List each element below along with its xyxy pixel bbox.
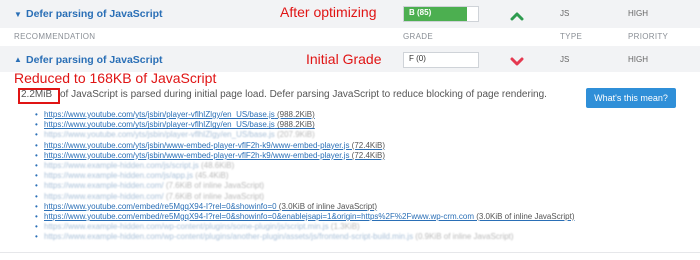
caret-up-icon[interactable]: ▲ xyxy=(14,55,22,64)
reduction-annotation: Reduced to 168KB of JavaScript xyxy=(14,70,217,86)
resource-url-item: • https://www.youtube.com/yts/jsbin/playe… xyxy=(35,120,675,130)
bullet-icon: • xyxy=(35,171,38,181)
resource-size: (7.6KiB of inline JavaScript) xyxy=(163,181,265,191)
resource-url-item: • https://www.youtube.com/embed/re5MgqX94… xyxy=(35,202,675,212)
bullet-icon: • xyxy=(35,232,38,242)
recommendation-title[interactable]: Defer parsing of JavaScript xyxy=(26,8,163,20)
resource-url-link[interactable]: https://www.example-hidden.com/wp-conten… xyxy=(44,232,514,242)
recommendation-row-optimized[interactable]: ▼ Defer parsing of JavaScript After opti… xyxy=(0,0,700,29)
down-arrow-icon xyxy=(510,55,524,73)
up-arrow-icon xyxy=(510,8,524,26)
resource-url-item: • https://www.example-hidden.com/wp-conte… xyxy=(35,222,675,232)
grade-bar: B (85) xyxy=(403,6,479,22)
type-value: JS xyxy=(560,9,570,18)
description-text: of JavaScript is parsed during initial p… xyxy=(60,89,547,100)
resource-url-link[interactable]: https://www.youtube.com/yts/jsbin/www-em… xyxy=(44,141,385,151)
resource-url-list: • https://www.youtube.com/yts/jsbin/playe… xyxy=(35,110,675,242)
resource-url-item: • https://www.example-hidden.com/js/app.j… xyxy=(35,171,675,181)
after-optimizing-annotation: After optimizing xyxy=(280,4,377,20)
bullet-icon: • xyxy=(35,160,38,170)
resource-size: (45.4KiB) xyxy=(192,171,229,181)
resource-size: (0.9KiB of inline JavaScript) xyxy=(413,232,514,242)
resource-url-item: • https://www.youtube.com/yts/jsbin/www-e… xyxy=(35,151,675,161)
grade-bar: F (0) xyxy=(403,52,479,68)
resource-url-item: • https://www.example-hidden.com/wp-conte… xyxy=(35,232,675,242)
resource-size: (988.2KiB) xyxy=(274,120,315,130)
resource-url-item: • https://www.example-hidden.com/ (7.6KiB… xyxy=(35,192,675,202)
header-grade: GRADE xyxy=(403,32,433,41)
resource-size: (7.6KiB of inline JavaScript) xyxy=(163,191,265,201)
resource-url-link[interactable]: https://www.youtube.com/yts/jsbin/player… xyxy=(44,130,315,140)
bullet-icon: • xyxy=(35,191,38,201)
resource-url-item: • https://www.youtube.com/yts/jsbin/playe… xyxy=(35,130,675,140)
bullet-icon: • xyxy=(35,140,38,150)
resource-size: (207.9KiB) xyxy=(274,130,315,140)
resource-url-item: • https://www.youtube.com/yts/jsbin/playe… xyxy=(35,110,675,120)
recommendation-title[interactable]: Defer parsing of JavaScript xyxy=(26,54,163,66)
resource-url-link[interactable]: https://www.example-hidden.com/ (7.6KiB … xyxy=(44,192,264,202)
priority-value: HIGH xyxy=(628,55,648,64)
resource-url-link[interactable]: https://www.youtube.com/embed/re5MgqX94-… xyxy=(44,212,575,222)
divider xyxy=(0,252,700,253)
bullet-icon: • xyxy=(35,222,38,232)
resource-size: (3.0KiB of inline JavaScript) xyxy=(276,201,378,211)
whats-this-mean-button[interactable]: What's this mean? xyxy=(586,88,676,108)
resource-url-link[interactable]: https://www.youtube.com/embed/re5MgqX94-… xyxy=(44,202,377,212)
resource-size: (48.6KiB) xyxy=(198,160,235,170)
resource-url-item: • https://www.example-hidden.com/js/scrip… xyxy=(35,161,675,171)
header-recommendation: RECOMMENDATION xyxy=(14,32,96,41)
bullet-icon: • xyxy=(35,201,38,211)
resource-url-link[interactable]: https://www.youtube.com/yts/jsbin/player… xyxy=(44,120,315,130)
resource-url-item: • https://www.youtube.com/yts/jsbin/www-e… xyxy=(35,141,675,151)
caret-down-icon[interactable]: ▼ xyxy=(14,10,22,19)
recommendation-row-initial[interactable]: ▲ Defer parsing of JavaScript Initial Gr… xyxy=(0,46,700,72)
resource-url-item: • https://www.example-hidden.com/ (7.6KiB… xyxy=(35,181,675,191)
js-size: 2.2MiB xyxy=(21,89,53,100)
resource-url-link[interactable]: https://www.example-hidden.com/js/script… xyxy=(44,161,234,171)
bullet-icon: • xyxy=(35,120,38,130)
resource-size: (988.2KiB) xyxy=(274,110,315,119)
resource-url-link[interactable]: https://www.example-hidden.com/ (7.6KiB … xyxy=(44,181,264,191)
bullet-icon: • xyxy=(35,130,38,140)
grade-text: F (0) xyxy=(409,54,426,63)
bullet-icon: • xyxy=(35,110,38,119)
bullet-icon: • xyxy=(35,181,38,191)
resource-size: (72.4KiB) xyxy=(349,140,386,150)
resource-size: (72.4KiB) xyxy=(349,150,386,160)
recommendations-table-header: RECOMMENDATION GRADE TYPE PRIORITY xyxy=(0,28,700,47)
type-value: JS xyxy=(560,55,570,64)
bullet-icon: • xyxy=(35,211,38,221)
resource-size: (3.0KiB of inline JavaScript) xyxy=(474,211,575,221)
initial-grade-annotation: Initial Grade xyxy=(306,51,382,67)
resource-url-link[interactable]: https://www.example-hidden.com/js/app.js… xyxy=(44,171,229,181)
resource-url-item: • https://www.youtube.com/embed/re5MgqX94… xyxy=(35,212,675,222)
header-priority: PRIORITY xyxy=(628,32,669,41)
bullet-icon: • xyxy=(35,150,38,160)
header-type: TYPE xyxy=(560,32,583,41)
priority-value: HIGH xyxy=(628,9,648,18)
resource-url-link[interactable]: https://www.youtube.com/yts/jsbin/player… xyxy=(44,110,315,120)
resource-url-link[interactable]: https://www.example-hidden.com/wp-conten… xyxy=(44,222,360,232)
grade-text: B (85) xyxy=(409,8,432,17)
resource-size: (1.3KiB) xyxy=(328,222,360,232)
resource-url-link[interactable]: https://www.youtube.com/yts/jsbin/www-em… xyxy=(44,151,385,161)
